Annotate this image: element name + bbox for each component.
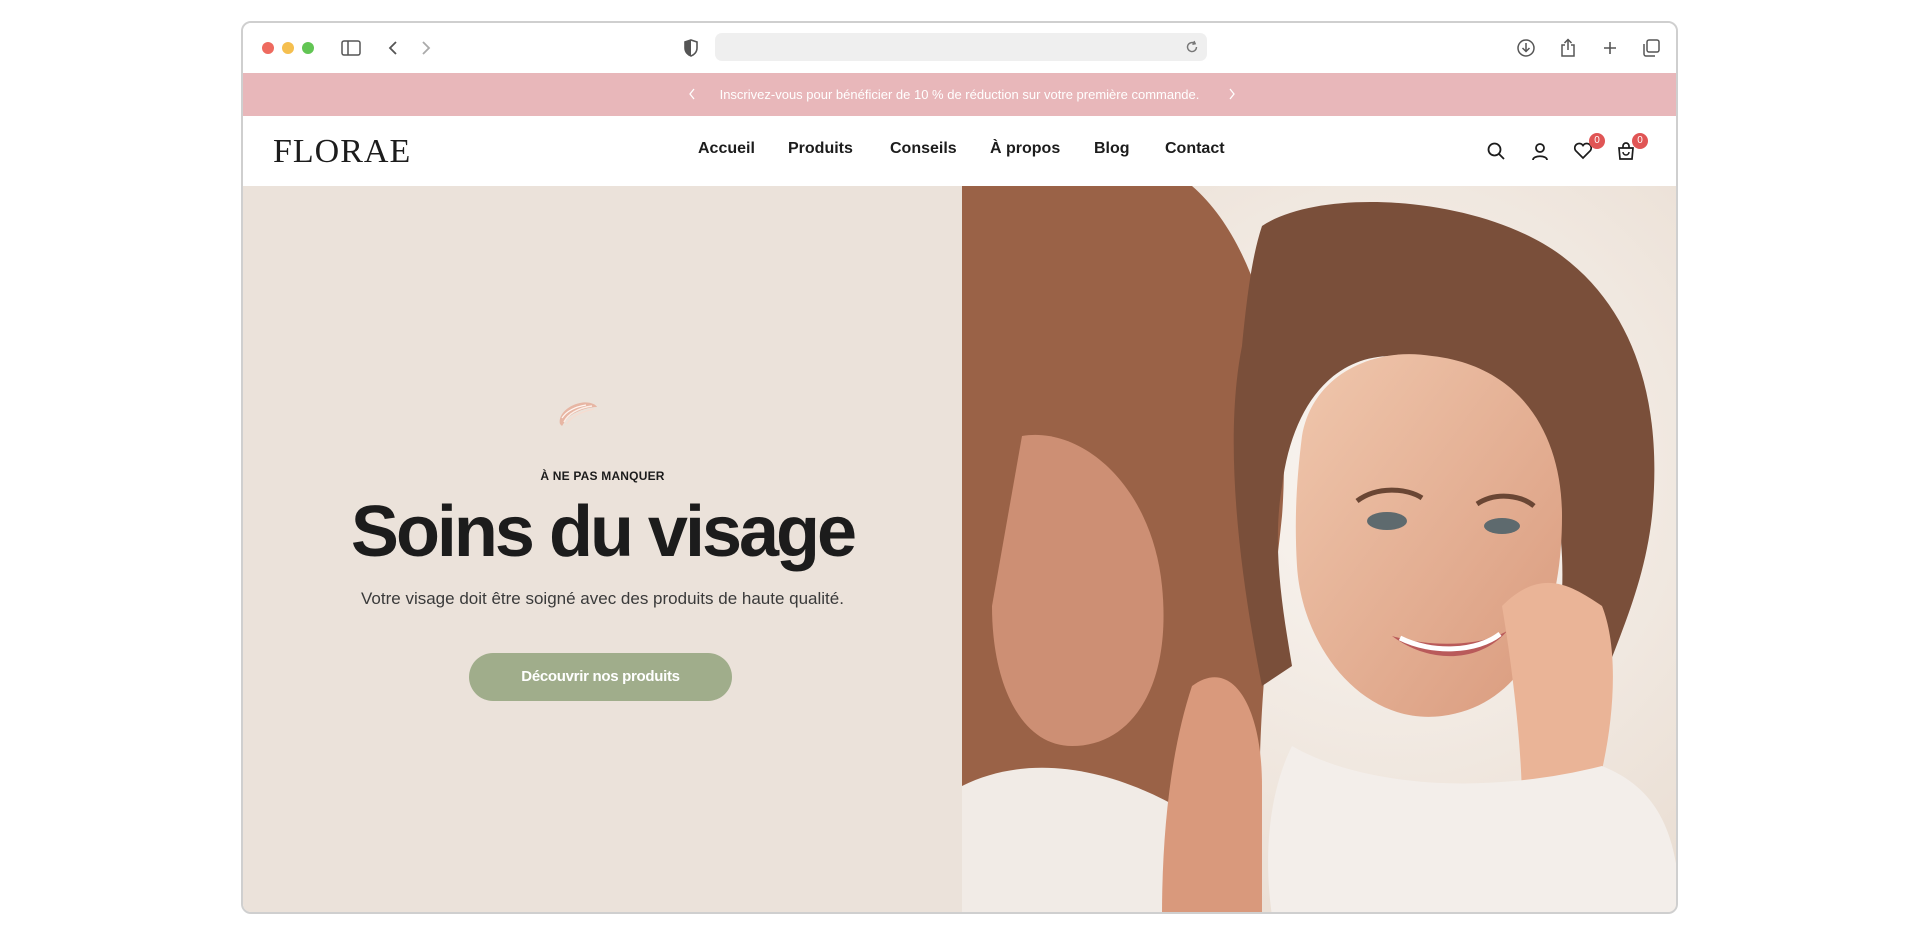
close-window-button[interactable] [262,42,274,54]
nav-a-propos[interactable]: À propos [990,140,1060,158]
nav-conseils[interactable]: Conseils [890,140,957,158]
announcement-text[interactable]: Inscrivez-vous pour bénéficier de 10 % d… [720,87,1200,102]
hero-subtitle: Votre visage doit être soigné avec des p… [361,589,844,608]
wishlist-icon[interactable]: 0 [1571,133,1605,163]
announcement-prev-icon[interactable] [684,86,700,102]
search-icon[interactable] [1484,139,1508,163]
share-icon[interactable] [1556,36,1580,60]
privacy-shield-icon[interactable] [679,36,703,60]
wishlist-count-badge: 0 [1589,133,1605,149]
hero-eyebrow: À NE PAS MANQUER [540,469,665,483]
cart-count-badge: 0 [1632,133,1648,149]
hero-image [962,186,1676,912]
browser-toolbar [243,23,1676,73]
hero-text-panel: À NE PAS MANQUER Soins du visage Votre v… [243,186,962,912]
announcement-bar: Inscrivez-vous pour bénéficier de 10 % d… [243,73,1676,116]
account-icon[interactable] [1528,139,1552,163]
cream-swatch-icon [559,402,597,426]
sidebar-toggle-icon[interactable] [339,36,363,60]
nav-produits[interactable]: Produits [788,140,853,158]
hero-title: Soins du visage [350,492,857,572]
site-header: FLORAE Accueil Produits Conseils À propo… [243,116,1676,186]
main-nav: Accueil Produits Conseils À propos Blog … [243,116,1676,186]
announcement-next-icon[interactable] [1224,86,1240,102]
woman-mirror-photo [962,186,1676,912]
zoom-window-button[interactable] [302,42,314,54]
reload-icon[interactable] [1183,38,1201,56]
forward-icon[interactable] [414,36,438,60]
new-tab-icon[interactable] [1598,36,1622,60]
minimize-window-button[interactable] [282,42,294,54]
discover-products-button[interactable]: Découvrir nos produits [469,653,732,701]
nav-contact[interactable]: Contact [1165,140,1225,158]
download-icon[interactable] [1514,36,1538,60]
nav-accueil[interactable]: Accueil [698,140,755,158]
tab-overview-icon[interactable] [1639,36,1663,60]
browser-window: Inscrivez-vous pour bénéficier de 10 % d… [241,21,1678,914]
address-bar[interactable] [715,33,1207,61]
cart-icon[interactable]: 0 [1614,133,1648,163]
nav-blog[interactable]: Blog [1094,140,1130,158]
back-icon[interactable] [381,36,405,60]
